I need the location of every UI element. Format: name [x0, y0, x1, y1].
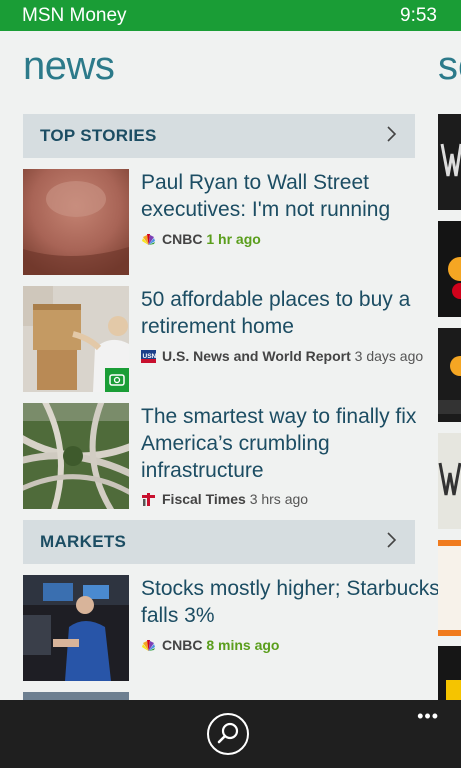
search-icon — [217, 722, 239, 744]
chevron-right-icon — [387, 532, 397, 548]
next-panel-thumbnail[interactable] — [438, 540, 461, 636]
story-thumbnail — [23, 575, 129, 681]
story-source: Fiscal Times — [162, 491, 246, 507]
markets-header[interactable]: MARKETS — [23, 520, 415, 564]
story-headline: 50 affordable places to buy a retirement… — [141, 288, 411, 338]
search-button[interactable] — [207, 713, 249, 755]
story-item[interactable]: The smartest way to finally fix America’… — [23, 403, 443, 509]
story-meta: CNBC 1 hr ago — [141, 231, 261, 247]
page-title: news — [23, 44, 115, 88]
story-item[interactable]: 50 affordable places to buy a retirement… — [23, 286, 443, 392]
section-label: MARKETS — [40, 532, 127, 551]
chevron-right-icon — [387, 126, 397, 142]
next-panel-thumbnail[interactable] — [438, 646, 461, 700]
usnews-icon: USN — [141, 350, 156, 363]
story-time: 1 hr ago — [206, 231, 261, 247]
story-thumbnail — [23, 169, 129, 275]
svg-text:USN: USN — [143, 353, 157, 360]
more-options-button[interactable]: ••• — [417, 706, 439, 727]
story-time: 3 days ago — [354, 348, 424, 364]
next-panel-thumbnail[interactable] — [438, 221, 461, 317]
top-stories-header[interactable]: TOP STORIES — [23, 114, 415, 158]
story-thumbnail — [23, 286, 129, 392]
story-headline: Paul Ryan to Wall Street executives: I'm… — [141, 171, 391, 221]
fiscal-times-icon — [142, 493, 155, 506]
story-source: U.S. News and World Report — [162, 348, 351, 364]
next-panel-thumbnail[interactable] — [438, 114, 461, 210]
section-label: TOP STORIES — [40, 126, 157, 145]
next-panorama-title-peek[interactable]: so — [438, 44, 461, 89]
story-time: 8 mins ago — [206, 637, 280, 653]
cnbc-peacock-icon — [142, 234, 155, 245]
story-headline: The smartest way to finally fix America’… — [141, 405, 417, 482]
story-thumbnail — [23, 403, 129, 509]
story-meta: Fiscal Times 3 hrs ago — [141, 491, 308, 507]
story-source: CNBC — [162, 231, 203, 247]
clock: 9:53 — [400, 5, 437, 26]
story-meta: USN U.S. News and World Report 3 days ag… — [141, 348, 423, 364]
status-bar: MSN Money 9:53 — [0, 0, 461, 31]
story-item[interactable]: Paul Ryan to Wall Street executives: I'm… — [23, 169, 443, 275]
story-source: CNBC — [162, 637, 203, 653]
story-headline: Stocks mostly higher; Starbucks falls 3% — [141, 577, 440, 627]
cnbc-peacock-icon — [142, 640, 155, 651]
next-panel-thumbnail[interactable] — [438, 433, 461, 529]
story-meta: CNBC 8 mins ago — [141, 637, 279, 653]
app-name: MSN Money — [22, 5, 127, 26]
next-panel-thumbnail[interactable] — [438, 328, 461, 422]
story-time: 3 hrs ago — [249, 491, 309, 507]
story-item[interactable]: Stocks mostly higher; Starbucks falls 3%… — [23, 575, 443, 681]
